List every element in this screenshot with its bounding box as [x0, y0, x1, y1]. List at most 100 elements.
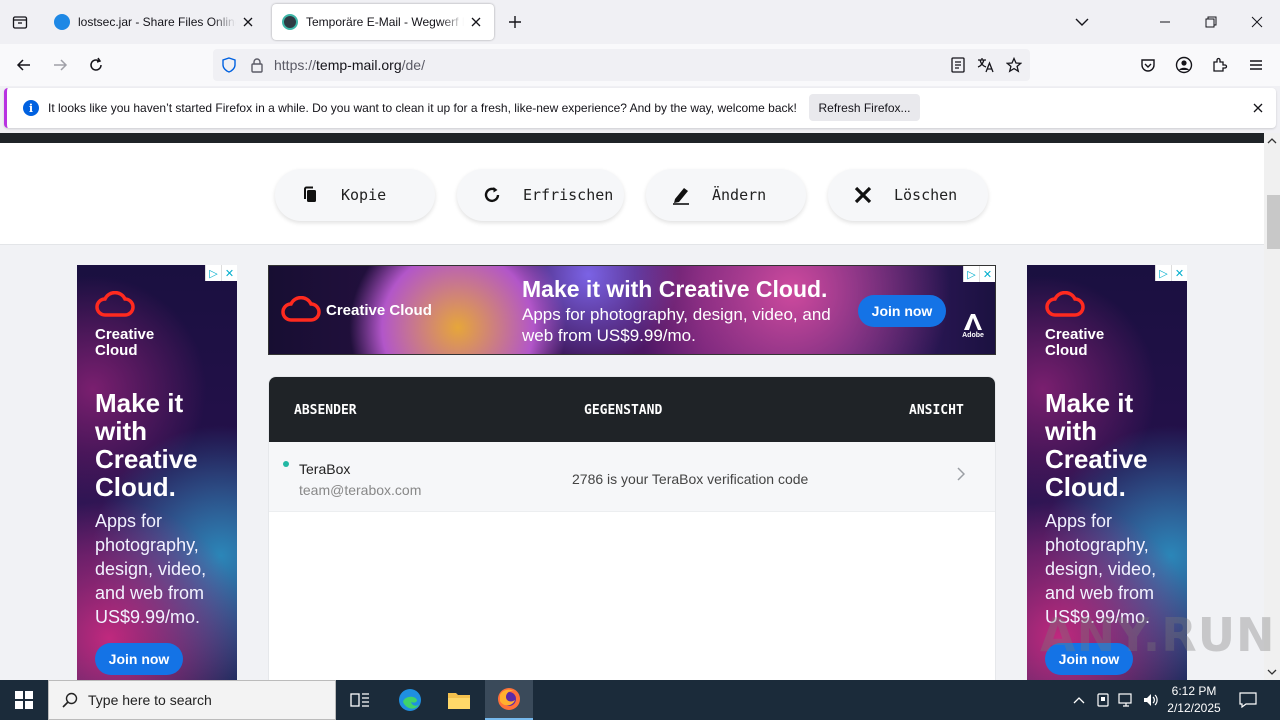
ad-choices[interactable]: ▷ ✕ [1155, 265, 1187, 281]
taskbar-search[interactable]: Type here to search [48, 680, 336, 720]
taskbar-clock[interactable]: 6:12 PM 2/12/2025 [1166, 683, 1222, 717]
reader-view-icon[interactable] [948, 55, 968, 75]
translate-icon[interactable] [976, 55, 996, 75]
tab-temp-mail[interactable]: Temporäre E-Mail - Wegwerf Einweg [272, 4, 494, 40]
clock-time: 6:12 PM [1171, 684, 1217, 698]
tracking-protection-icon[interactable] [219, 55, 239, 75]
volume-icon[interactable] [1141, 690, 1161, 710]
scroll-up-icon[interactable] [1266, 135, 1278, 147]
app-menu-button[interactable] [1242, 51, 1270, 79]
adobe-logo: Adobe [962, 314, 984, 344]
page-scrollbar[interactable] [1264, 133, 1280, 680]
firefox-icon [498, 688, 520, 710]
ad-headline: Make it with Creative Cloud. [95, 388, 198, 502]
adobe-a-icon [964, 314, 982, 330]
pocket-button[interactable] [1134, 51, 1162, 79]
inbox-header: ABSENDER GEGENSTAND ANSICHT [269, 377, 995, 442]
ad-choices[interactable]: ▷ ✕ [963, 266, 995, 282]
edit-icon [670, 184, 692, 206]
new-tab-button[interactable] [503, 10, 527, 34]
start-button[interactable] [0, 680, 48, 720]
ad-choices[interactable]: ▷ ✕ [205, 265, 237, 281]
chevron-down-icon [1075, 18, 1089, 26]
notification-message: It looks like you haven’t started Firefo… [48, 101, 797, 115]
close-tab-icon[interactable] [468, 14, 484, 30]
back-button[interactable] [10, 51, 38, 79]
clock-date: 2/12/2025 [1167, 701, 1221, 715]
column-sender: ABSENDER [294, 403, 357, 418]
refresh-icon [481, 184, 503, 206]
ad-join-now-button[interactable]: Join now [858, 295, 946, 327]
ad-brand: Creative Cloud [95, 326, 155, 359]
delete-button[interactable]: Löschen [828, 169, 988, 221]
close-notification-icon[interactable] [1250, 100, 1266, 116]
refresh-label: Erfrischen [523, 186, 614, 204]
ad-info-icon[interactable]: ▷ [1155, 265, 1171, 281]
arrow-right-icon [54, 59, 68, 71]
reload-button[interactable] [82, 51, 110, 79]
device-tray-icon[interactable] [1093, 690, 1113, 710]
taskbar-edge[interactable] [386, 680, 434, 720]
scrollbar-thumb[interactable] [1267, 195, 1280, 249]
restore-button[interactable] [1188, 0, 1234, 44]
forward-button[interactable] [46, 51, 74, 79]
firefox-view-button[interactable] [8, 10, 32, 34]
change-button[interactable]: Ändern [646, 169, 806, 221]
delete-label: Löschen [894, 186, 958, 204]
firefox-view-icon [12, 16, 28, 29]
copy-button[interactable]: Kopie [275, 169, 435, 221]
left-ad[interactable]: ▷ ✕ Creative Cloud Make it with Creative … [77, 265, 237, 680]
ad-info-icon[interactable]: ▷ [963, 266, 979, 282]
ad-body: Apps for photography, design, video, and… [95, 511, 207, 627]
network-icon[interactable] [1117, 690, 1137, 710]
site-header-strip [0, 133, 1264, 143]
ad-close-icon[interactable]: ✕ [221, 265, 237, 281]
navigation-toolbar: https://temp-mail.org/de/ [0, 44, 1280, 86]
close-window-button[interactable] [1234, 0, 1280, 44]
hamburger-menu-icon [1250, 60, 1262, 70]
pocket-icon [1141, 59, 1155, 72]
refresh-firefox-button[interactable]: Refresh Firefox... [809, 94, 920, 121]
address-bar[interactable]: https://temp-mail.org/de/ [213, 49, 1030, 81]
task-view-button[interactable] [336, 680, 384, 720]
ad-close-icon[interactable]: ✕ [979, 266, 995, 282]
show-hidden-icons[interactable] [1069, 690, 1089, 710]
mail-row[interactable]: TeraBox team@terabox.com 2786 is your Te… [269, 442, 995, 512]
adobe-wordmark: Adobe [962, 332, 984, 339]
sender-email: team@terabox.com [299, 482, 422, 498]
ad-join-now-button[interactable]: Join now [95, 643, 183, 675]
banner-ad[interactable]: ▷ ✕ Creative Cloud Make it with Creative … [268, 265, 996, 355]
creative-cloud-logo-icon [281, 296, 321, 322]
extensions-button[interactable] [1206, 51, 1234, 79]
tab-strip: lostsec.jar - Share Files Online & Se Te… [0, 0, 1280, 44]
folder-icon [448, 693, 470, 709]
ad-info-icon[interactable]: ▷ [205, 265, 221, 281]
tab-title: lostsec.jar - Share Files Online & Se [78, 15, 236, 29]
copy-label: Kopie [341, 186, 387, 204]
account-button[interactable] [1170, 51, 1198, 79]
list-all-tabs-button[interactable] [1070, 10, 1094, 34]
email-actions-bar: Kopie Erfrischen Ändern Löschen [0, 143, 1264, 245]
delete-icon [852, 184, 874, 206]
notifications-icon[interactable] [1238, 690, 1258, 710]
account-icon [1175, 56, 1193, 74]
column-view: ANSICHT [909, 403, 964, 418]
ad-close-icon[interactable]: ✕ [1171, 265, 1187, 281]
chevron-right-icon[interactable] [954, 467, 968, 481]
mail-subject[interactable]: 2786 is your TeraBox verification code [572, 471, 808, 487]
scroll-down-icon[interactable] [1266, 666, 1278, 678]
refresh-button[interactable]: Erfrischen [457, 169, 624, 221]
lostsec-favicon-icon [54, 14, 70, 30]
inbox-table: ABSENDER GEGENSTAND ANSICHT TeraBox team… [268, 376, 996, 680]
lock-icon[interactable] [247, 55, 267, 75]
taskbar-file-explorer[interactable] [435, 680, 483, 720]
close-tab-icon[interactable] [240, 14, 256, 30]
ad-headline: Make it with Creative Cloud. [522, 276, 828, 302]
puzzle-icon [1213, 57, 1228, 72]
taskbar-firefox[interactable] [485, 680, 533, 720]
restore-icon [1205, 16, 1217, 28]
ad-headline: Make it with Creative Cloud. [1045, 388, 1148, 502]
minimize-button[interactable] [1142, 0, 1188, 44]
bookmark-star-icon[interactable] [1004, 55, 1024, 75]
tab-lostsec[interactable]: lostsec.jar - Share Files Online & Se [44, 4, 266, 40]
